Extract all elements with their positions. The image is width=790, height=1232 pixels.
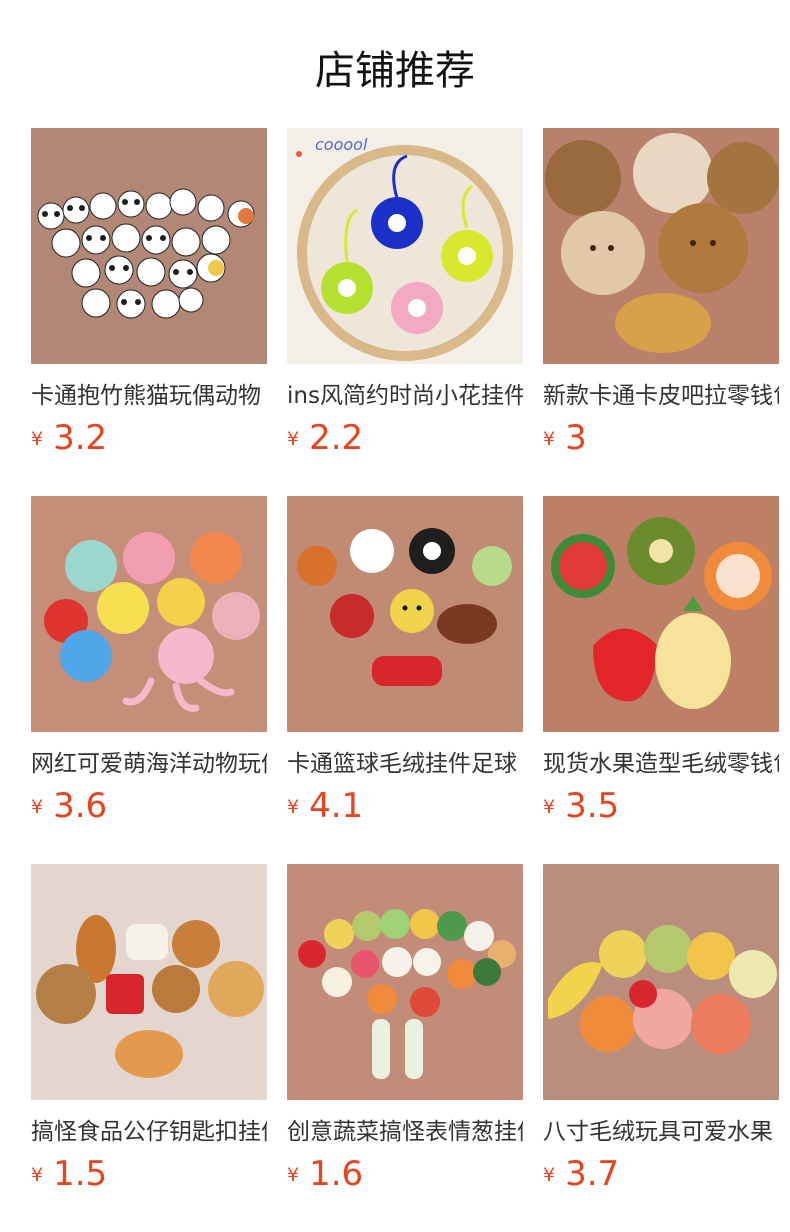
flower-keychain-icon: cooool — [287, 128, 523, 364]
sea-animal-plush-icon — [31, 496, 267, 732]
product-name[interactable]: 八寸毛绒玩具可爱水果 — [543, 1115, 779, 1149]
fruit-plush-icon — [543, 864, 779, 1100]
overlay-logo-text: cooool — [315, 135, 368, 154]
price-value: 1.5 — [53, 1154, 108, 1194]
price-value: 3 — [565, 418, 587, 458]
price-value: 3.6 — [53, 786, 108, 826]
product-price: ¥1.5 — [31, 1154, 107, 1194]
price-value: 3.5 — [565, 786, 620, 826]
product-image[interactable] — [543, 864, 779, 1100]
currency-symbol: ¥ — [287, 1164, 300, 1186]
product-name[interactable]: 卡通抱竹熊猫玩偶动物 — [31, 379, 267, 413]
product-image[interactable] — [287, 496, 523, 732]
product-image[interactable] — [31, 864, 267, 1100]
currency-symbol: ¥ — [31, 796, 44, 818]
price-value: 3.2 — [53, 418, 108, 458]
product-price: ¥4.1 — [287, 786, 363, 826]
product-price: ¥3.6 — [31, 786, 107, 826]
product-image[interactable] — [31, 128, 267, 364]
product-name[interactable]: 现货水果造型毛绒零钱包 — [543, 747, 779, 781]
fruit-purse-icon — [543, 496, 779, 732]
currency-symbol: ¥ — [543, 1164, 556, 1186]
currency-symbol: ¥ — [543, 796, 556, 818]
product-name[interactable]: 网红可爱萌海洋动物玩偶 — [31, 747, 267, 781]
product-name[interactable]: 创意蔬菜搞怪表情葱挂件 — [287, 1115, 523, 1149]
product-price: ¥1.6 — [287, 1154, 363, 1194]
price-value: 2.2 — [309, 418, 364, 458]
product-name[interactable]: 卡通篮球毛绒挂件足球 — [287, 747, 523, 781]
price-value: 1.6 — [309, 1154, 364, 1194]
product-grid: 卡通抱竹熊猫玩偶动物 ¥3.2 cooool ins风简约时尚小花挂件 ¥ 2.… — [0, 0, 790, 1232]
product-price: ¥3.5 — [543, 786, 619, 826]
currency-symbol: ¥ — [543, 428, 556, 450]
product-image[interactable] — [287, 864, 523, 1100]
currency-symbol: ¥ — [287, 428, 300, 450]
product-name[interactable]: ins风简约时尚小花挂件 — [287, 379, 523, 413]
vegetable-plush-icon — [287, 864, 523, 1100]
product-image[interactable]: cooool — [287, 128, 523, 364]
product-image[interactable] — [543, 128, 779, 364]
product-image[interactable] — [31, 496, 267, 732]
product-price: ¥3.2 — [31, 418, 107, 458]
product-price: ¥2.2 — [287, 418, 363, 458]
price-value: 3.7 — [565, 1154, 620, 1194]
food-plush-icon — [31, 864, 267, 1100]
product-price: ¥3.7 — [543, 1154, 619, 1194]
ball-plush-icon — [287, 496, 523, 732]
currency-symbol: ¥ — [31, 428, 44, 450]
product-name[interactable]: 新款卡通卡皮吧拉零钱包 — [543, 379, 779, 413]
currency-symbol: ¥ — [287, 796, 300, 818]
cookie-plush-icon — [543, 128, 779, 364]
product-price: ¥3 — [543, 418, 587, 458]
price-value: 4.1 — [309, 786, 364, 826]
currency-symbol: ¥ — [31, 1164, 44, 1186]
panda-plush-icon — [31, 128, 267, 364]
product-name[interactable]: 搞怪食品公仔钥匙扣挂件 — [31, 1115, 267, 1149]
product-image[interactable] — [543, 496, 779, 732]
